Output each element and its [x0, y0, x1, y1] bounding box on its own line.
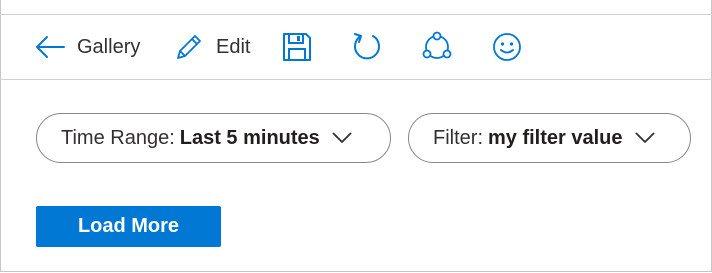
chevron-down-icon — [332, 127, 352, 150]
chevron-down-icon — [634, 127, 655, 150]
filter-dropdown[interactable]: Filter: my filter value — [408, 113, 691, 163]
edit-button-label: Edit — [216, 35, 251, 58]
toolbar-divider — [0, 79, 712, 80]
refresh-button[interactable] — [351, 15, 383, 79]
share-button[interactable] — [421, 15, 453, 79]
load-more-button[interactable]: Load More — [36, 206, 221, 247]
edit-button[interactable]: Edit — [174, 15, 250, 79]
filter-value: my filter value — [488, 126, 623, 149]
time-range-dropdown[interactable]: Time Range: Last 5 minutes — [36, 113, 391, 163]
smiley-icon — [492, 32, 522, 62]
back-button-label: Gallery — [77, 35, 141, 58]
arrow-left-icon — [35, 35, 65, 59]
save-icon — [282, 32, 312, 62]
refresh-icon — [351, 31, 383, 63]
pencil-icon — [174, 32, 204, 62]
feedback-button[interactable] — [492, 15, 522, 79]
filter-label: Filter: — [433, 126, 483, 149]
time-range-value: Last 5 minutes — [179, 126, 320, 149]
time-range-label: Time Range: — [61, 126, 175, 149]
toolbar: Gallery Edit — [0, 15, 712, 79]
save-button[interactable] — [282, 15, 312, 79]
back-to-gallery-button[interactable]: Gallery — [35, 15, 140, 79]
share-icon — [421, 31, 453, 63]
